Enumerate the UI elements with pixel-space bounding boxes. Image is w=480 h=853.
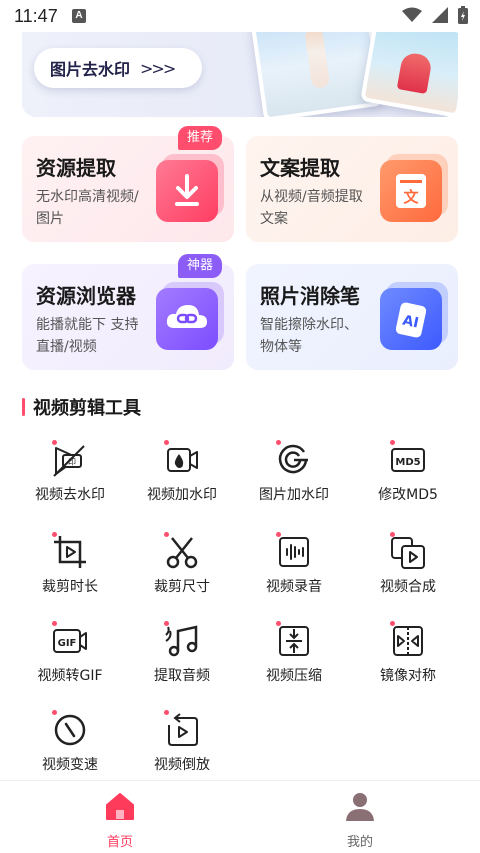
tool-image-add-watermark[interactable]: 图片加水印: [238, 436, 350, 516]
recommend-badge: 推荐: [177, 126, 222, 150]
ai-eraser-icon: AI: [380, 288, 442, 350]
tool-label: 提取音频: [154, 668, 210, 684]
nav-label: 首页: [106, 835, 133, 850]
tool-video-remove-watermark[interactable]: 印 视频去水印: [14, 436, 126, 516]
feature-card-resource-browser[interactable]: 资源浏览器 能播就能下 支持直播/视频 神器: [22, 254, 234, 370]
gif-icon: GIF: [53, 629, 87, 653]
section-video-tools: 视频剪辑工具: [22, 396, 141, 419]
section-accent-bar: [22, 398, 25, 416]
tool-video-reverse[interactable]: 视频倒放: [126, 706, 238, 786]
nav-mine[interactable]: 我的: [240, 781, 480, 853]
image-remove-watermark-button[interactable]: 图片去水印 >>>: [34, 48, 202, 88]
tool-label: 视频去水印: [35, 487, 105, 503]
section-title: 视频剪辑工具: [33, 398, 141, 419]
tool-label: 镜像对称: [380, 668, 436, 684]
image-add-watermark-icon: [278, 444, 308, 474]
tool-mirror[interactable]: 镜像对称: [352, 617, 464, 697]
nav-label: 我的: [346, 835, 373, 850]
promo-banner[interactable]: 图片去水印 >>>: [22, 32, 458, 117]
card-description: 从视频/音频提取文案: [260, 189, 363, 227]
tool-video-speed[interactable]: 视频变速: [14, 706, 126, 786]
card-title: 资源提取: [36, 156, 116, 180]
card-title: 照片消除笔: [260, 284, 360, 308]
tool-label: 图片加水印: [259, 487, 329, 503]
video-add-watermark-icon: [167, 448, 198, 472]
tool-video-compress[interactable]: 视频压缩: [238, 617, 350, 697]
tool-label: 视频合成: [380, 579, 436, 595]
card-title: 文案提取: [260, 156, 340, 180]
tool-label: 修改MD5: [378, 487, 438, 503]
compress-icon: [279, 626, 309, 656]
tool-trim-duration[interactable]: 裁剪时长: [14, 528, 126, 608]
download-icon: [156, 160, 218, 222]
card-description: 智能擦除水印、物体等: [260, 317, 358, 355]
svg-text:GIF: GIF: [58, 638, 77, 649]
trim-duration-icon: [54, 536, 86, 568]
signal-icon: [432, 7, 448, 23]
svg-text:AI: AI: [401, 312, 420, 331]
tool-label: 视频倒放: [154, 757, 210, 773]
tool-label: 裁剪时长: [42, 579, 98, 595]
tool-label: 视频转GIF: [37, 668, 103, 684]
card-description: 能播就能下 支持直播/视频: [36, 317, 139, 355]
tool-video-merge[interactable]: 视频合成: [352, 528, 464, 608]
tool-label: 裁剪尺寸: [154, 579, 210, 595]
reverse-icon: [168, 713, 198, 746]
tool-video-add-watermark[interactable]: 视频加水印: [126, 436, 238, 516]
speed-icon: [54, 714, 86, 746]
feature-card-photo-eraser[interactable]: 照片消除笔 智能擦除水印、物体等 AI: [246, 264, 458, 370]
status-bar: 11:47 A: [0, 0, 480, 32]
feature-card-resource-extract[interactable]: 资源提取 无水印高清视频/图片 推荐: [22, 126, 234, 242]
notification-icon: A: [72, 9, 86, 23]
mirror-icon: [393, 626, 423, 656]
tool-label: 视频压缩: [266, 668, 322, 684]
scissors-icon: [166, 537, 198, 569]
home-icon: [106, 793, 134, 820]
status-icons: [402, 6, 468, 24]
card-description: 无水印高清视频/图片: [36, 189, 139, 227]
tool-crop-size[interactable]: 裁剪尺寸: [126, 528, 238, 608]
tool-label: 视频加水印: [147, 487, 217, 503]
arrows-icon: >>>: [140, 58, 176, 78]
video-merge-icon: [391, 537, 425, 569]
banner-photo-before: [250, 32, 384, 117]
tool-label: 视频变速: [42, 757, 98, 773]
bottom-nav: 首页 我的: [0, 780, 480, 853]
tool-extract-audio[interactable]: 提取音频: [126, 617, 238, 697]
banner-button-label: 图片去水印: [50, 60, 131, 79]
artifact-badge: 神器: [177, 254, 222, 278]
video-remove-watermark-icon: 印: [53, 445, 85, 477]
user-icon: [346, 793, 374, 821]
status-time: 11:47: [14, 6, 58, 26]
svg-text:MD5: MD5: [395, 457, 420, 468]
wifi-icon: [402, 7, 422, 22]
audio-record-icon: [279, 537, 309, 567]
tool-label: 视频录音: [266, 579, 322, 595]
tool-modify-md5[interactable]: MD5 修改MD5: [352, 436, 464, 516]
battery-icon: [458, 6, 468, 24]
nav-home[interactable]: 首页: [0, 781, 240, 853]
tool-video-to-gif[interactable]: GIF 视频转GIF: [14, 617, 126, 697]
feature-card-copy-extract[interactable]: 文案提取 从视频/音频提取文案 文: [246, 136, 458, 242]
md5-icon: MD5: [391, 448, 425, 472]
cloud-link-icon: [156, 288, 218, 350]
text-doc-icon: 文: [380, 160, 442, 222]
tool-video-record[interactable]: 视频录音: [238, 528, 350, 608]
svg-text:文: 文: [403, 188, 419, 206]
card-title: 资源浏览器: [36, 284, 136, 308]
music-note-icon: [165, 625, 198, 657]
